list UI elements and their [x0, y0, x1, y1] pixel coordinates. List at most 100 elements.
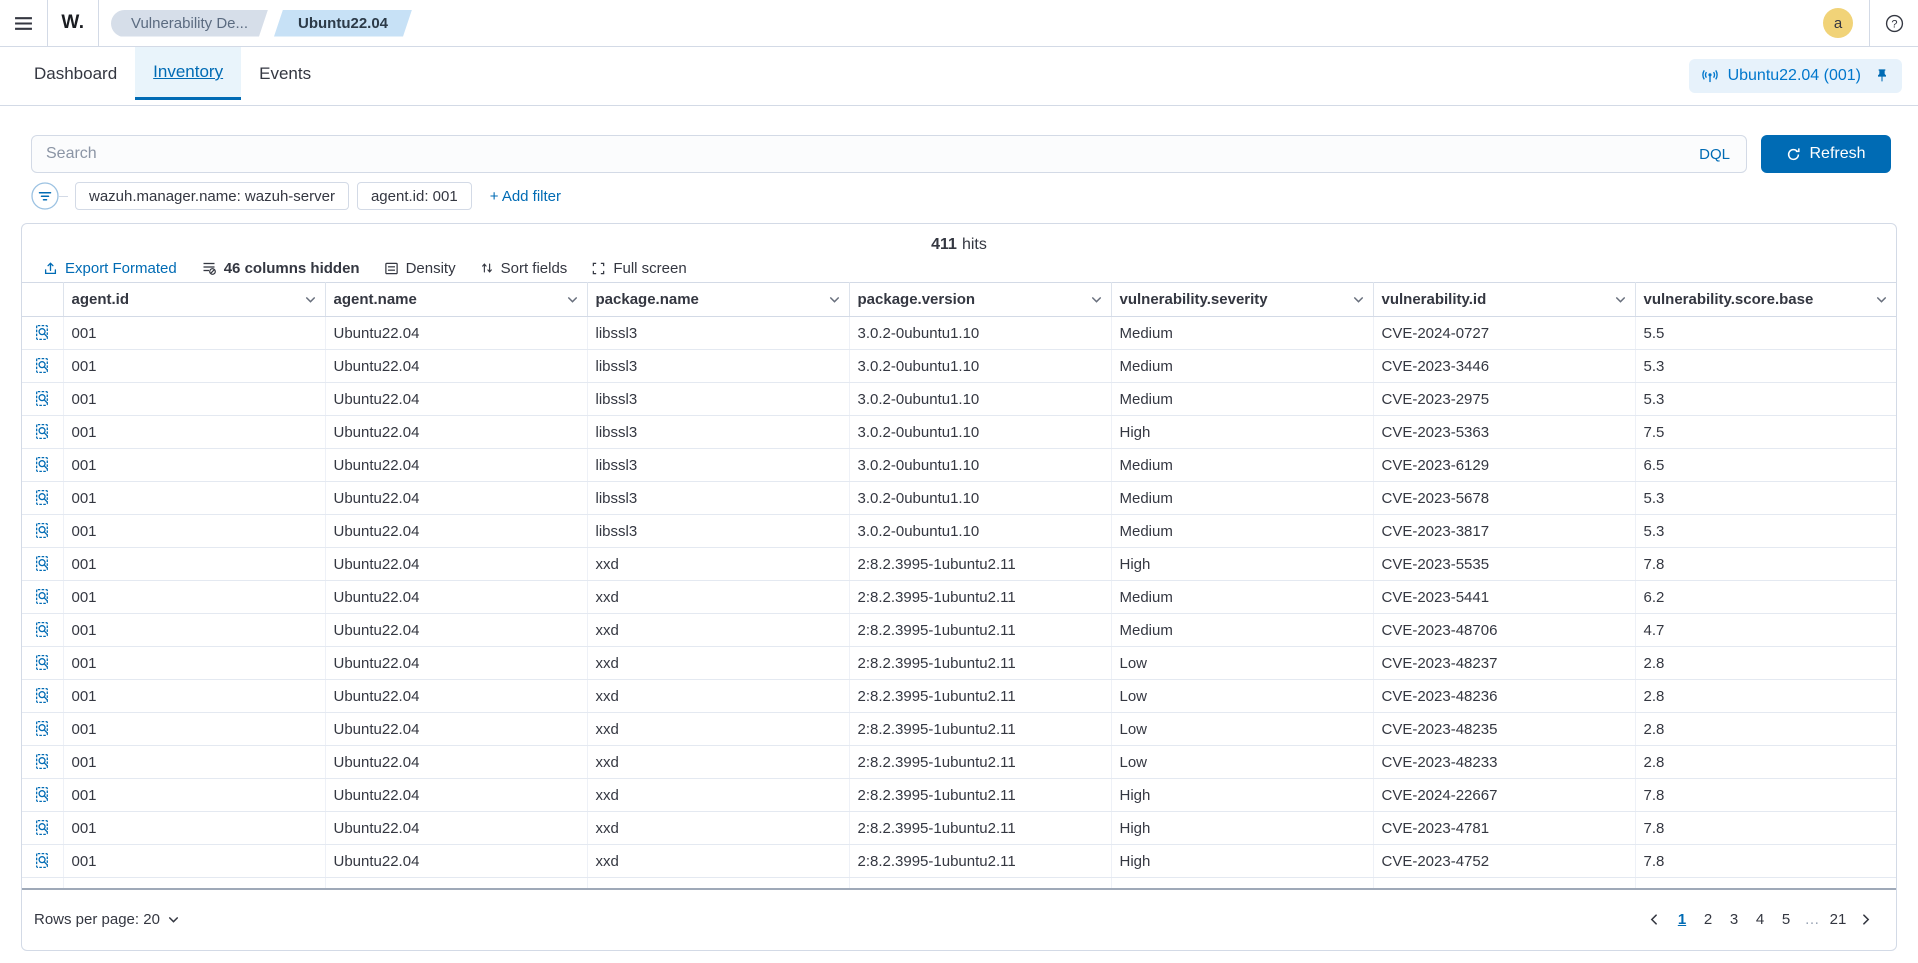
expand-row-button[interactable]	[34, 588, 51, 605]
column-header-inner: package.name	[596, 291, 841, 308]
table-row: 001Ubuntu22.04xxd2:8.2.3995-1ubuntu2.11M…	[22, 614, 1896, 647]
cell-vulnerability.severity: Medium	[1111, 614, 1373, 647]
sort-fields-button[interactable]: Sort fields	[469, 255, 579, 281]
cell-agent.name: Ubuntu22.04	[325, 647, 587, 680]
cell-vulnerability.score.base: 6.2	[1635, 581, 1896, 614]
column-header-vulnerability.severity[interactable]: vulnerability.severity	[1111, 283, 1373, 317]
row-control-cell	[22, 317, 63, 350]
row-control-cell	[22, 845, 63, 878]
columns-hidden-button[interactable]: 46 columns hidden	[190, 255, 371, 281]
wazuh-logo[interactable]: W.	[48, 0, 98, 46]
help-button[interactable]: ?	[1870, 0, 1918, 46]
avatar[interactable]: a	[1823, 8, 1853, 38]
cell-vulnerability.score.base: 5.3	[1635, 383, 1896, 416]
column-header-agent.id[interactable]: agent.id	[63, 283, 325, 317]
expand-row-button[interactable]	[34, 720, 51, 737]
cell-vulnerability.severity: High	[1111, 779, 1373, 812]
breadcrumb-vulnerability-detection[interactable]: Vulnerability De...	[111, 10, 268, 37]
cell-vulnerability.score.base: 5.3	[1635, 515, 1896, 548]
table-header-row: agent.id agent.name package.name package…	[22, 283, 1896, 317]
breadcrumb-agent[interactable]: Ubuntu22.04	[274, 10, 412, 37]
cell-package.version: 3.0.2-0ubuntu1.10	[849, 482, 1111, 515]
cell-vulnerability.severity: Medium	[1111, 317, 1373, 350]
cell-vulnerability.score.base: 7.8	[1635, 779, 1896, 812]
expand-row-button[interactable]	[34, 555, 51, 572]
expand-row-button[interactable]	[34, 621, 51, 638]
next-page-button[interactable]	[1851, 913, 1880, 926]
table-row: 001Ubuntu22.04libssl33.0.2-0ubuntu1.10Me…	[22, 317, 1896, 350]
column-header-vulnerability.score.base[interactable]: vulnerability.score.base	[1635, 283, 1896, 317]
expand-row-button[interactable]	[34, 786, 51, 803]
cell-vulnerability.score.base	[1635, 878, 1896, 888]
menu-button[interactable]	[0, 0, 47, 46]
expand-row-button[interactable]	[34, 522, 51, 539]
expand-row-button[interactable]	[34, 390, 51, 407]
table-row: 001Ubuntu22.04xxd2:8.2.3995-1ubuntu2.11L…	[22, 746, 1896, 779]
filter-chip[interactable]: agent.id: 001	[357, 182, 472, 210]
cell-agent.name: Ubuntu22.04	[325, 845, 587, 878]
row-control-cell	[22, 515, 63, 548]
search-box: DQL	[31, 135, 1747, 173]
expand-row-button[interactable]	[34, 423, 51, 440]
filter-options-button[interactable]	[31, 182, 59, 210]
expand-row-button[interactable]	[34, 852, 51, 869]
inspect-document-icon	[34, 324, 51, 341]
query-language-button[interactable]: DQL	[1683, 136, 1746, 172]
inspect-document-icon	[34, 390, 51, 407]
density-button[interactable]: Density	[373, 255, 467, 281]
expand-row-button[interactable]	[34, 489, 51, 506]
column-header-vulnerability.id[interactable]: vulnerability.id	[1373, 283, 1635, 317]
cell-package.name: xxd	[587, 581, 849, 614]
cell-agent.id: 001	[63, 350, 325, 383]
previous-page-button[interactable]	[1640, 913, 1669, 926]
page-2[interactable]: 2	[1695, 911, 1721, 928]
export-label: Export Formated	[65, 260, 177, 277]
table-row: 001Ubuntu22.04libssl33.0.2-0ubuntu1.10Me…	[22, 449, 1896, 482]
page-4[interactable]: 4	[1747, 911, 1773, 928]
page-ellipsis: …	[1799, 911, 1825, 928]
page-5[interactable]: 5	[1773, 911, 1799, 928]
page-21[interactable]: 21	[1825, 911, 1851, 928]
filter-chips: wazuh.manager.name: wazuh-server agent.id…	[75, 182, 480, 210]
add-filter-button[interactable]: + Add filter	[490, 188, 561, 205]
expand-row-button[interactable]	[34, 819, 51, 836]
search-input[interactable]	[46, 145, 1683, 163]
column-header-agent.name[interactable]: agent.name	[325, 283, 587, 317]
expand-row-button[interactable]	[34, 753, 51, 770]
column-header-package.name[interactable]: package.name	[587, 283, 849, 317]
tab-events[interactable]: Events	[241, 47, 329, 100]
pagination: 12345…21	[1640, 911, 1880, 928]
expand-row-button[interactable]	[34, 357, 51, 374]
table-row: 001Ubuntu22.04xxd2:8.2.3995-1ubuntu2.11H…	[22, 845, 1896, 878]
agent-selector-chip[interactable]: Ubuntu22.04 (001)	[1689, 59, 1902, 93]
cell-vulnerability.severity: Medium	[1111, 515, 1373, 548]
cell-vulnerability.severity: High	[1111, 548, 1373, 581]
cell-agent.id: 001	[63, 416, 325, 449]
nav-right: Ubuntu22.04 (001)	[1689, 47, 1902, 100]
page-3[interactable]: 3	[1721, 911, 1747, 928]
cell-package.version	[849, 878, 1111, 888]
full-screen-button[interactable]: Full screen	[580, 255, 697, 281]
filter-chip[interactable]: wazuh.manager.name: wazuh-server	[75, 182, 349, 210]
cell-vulnerability.score.base: 7.8	[1635, 548, 1896, 581]
cell-vulnerability.id: CVE-2023-5678	[1373, 482, 1635, 515]
expand-row-button[interactable]	[34, 654, 51, 671]
row-control-cell	[22, 779, 63, 812]
unpin-agent-button[interactable]	[1874, 68, 1890, 84]
rows-per-page-button[interactable]: Rows per page: 20	[34, 911, 180, 928]
column-header-package.version[interactable]: package.version	[849, 283, 1111, 317]
tab-dashboard[interactable]: Dashboard	[16, 47, 135, 100]
inspect-document-icon	[34, 852, 51, 869]
expand-row-button[interactable]	[34, 687, 51, 704]
expand-row-button[interactable]	[34, 324, 51, 341]
column-header-inner: agent.id	[72, 291, 317, 308]
inspect-document-icon	[34, 423, 51, 440]
tabs: DashboardInventoryEvents	[16, 47, 329, 100]
export-formatted-button[interactable]: Export Formated	[32, 255, 188, 281]
refresh-button[interactable]: Refresh	[1761, 135, 1891, 173]
expand-row-button[interactable]	[34, 456, 51, 473]
tab-inventory[interactable]: Inventory	[135, 47, 241, 100]
breadcrumb: Vulnerability De... Ubuntu22.04	[99, 0, 412, 46]
cell-package.version: 3.0.2-0ubuntu1.10	[849, 317, 1111, 350]
page-1[interactable]: 1	[1669, 911, 1695, 928]
